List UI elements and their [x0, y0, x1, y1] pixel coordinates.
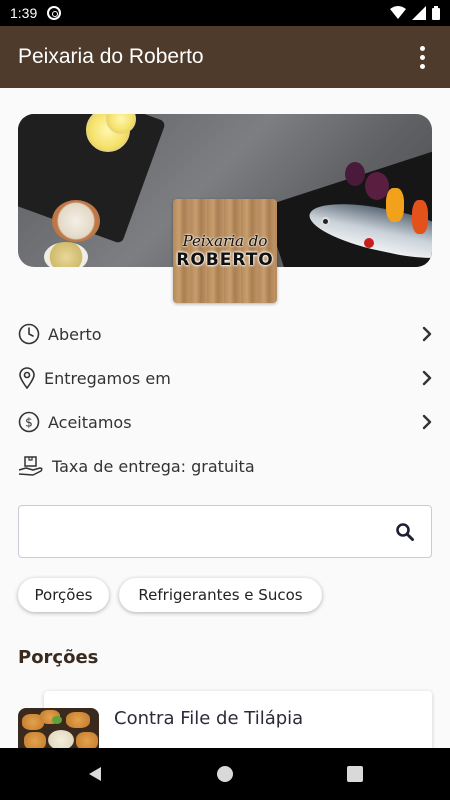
chevron-right-icon — [422, 414, 432, 430]
app-bar: Peixaria do Roberto — [0, 26, 450, 88]
logo-line2: ROBERTO — [176, 250, 274, 270]
info-row-payment[interactable]: $ Aceitamos — [18, 407, 432, 437]
category-chip-porcoes[interactable]: Porções — [18, 578, 109, 612]
nav-home-button[interactable] — [160, 765, 290, 783]
home-circle-icon — [217, 766, 233, 782]
wifi-icon — [390, 6, 406, 19]
search-field — [18, 505, 432, 558]
svg-text:$: $ — [25, 416, 33, 430]
signal-icon — [412, 6, 426, 20]
system-nav-bar — [0, 748, 450, 800]
battery-icon — [432, 6, 440, 20]
clock-icon — [18, 323, 40, 345]
info-row-hours[interactable]: Aberto — [18, 319, 432, 349]
recents-square-icon — [347, 766, 363, 782]
category-chip-refrigerantes[interactable]: Refrigerantes e Sucos — [119, 578, 322, 612]
more-options-button[interactable] — [412, 42, 432, 72]
dollar-icon: $ — [18, 411, 40, 433]
status-icons — [390, 6, 440, 20]
back-triangle-icon — [89, 767, 101, 781]
notification-icon — [47, 6, 62, 20]
nav-recents-button[interactable] — [290, 766, 420, 782]
product-name: Contra File de Tilápia — [114, 708, 304, 729]
location-pin-icon — [19, 367, 35, 389]
delivery-hand-icon — [18, 456, 43, 476]
app-title: Peixaria do Roberto — [18, 45, 204, 68]
nav-back-button[interactable] — [30, 765, 160, 783]
info-label: Aberto — [48, 324, 102, 344]
product-image — [18, 708, 99, 752]
info-label: Taxa de entrega: gratuita — [52, 456, 255, 476]
status-bar: 1:39 — [0, 0, 450, 26]
status-time: 1:39 — [10, 5, 38, 21]
search-button[interactable] — [385, 522, 425, 542]
chevron-right-icon — [422, 370, 432, 386]
search-icon — [396, 522, 414, 541]
section-title: Porções — [18, 647, 99, 668]
search-input[interactable] — [19, 506, 385, 557]
store-logo: Peixaria do ROBERTO — [173, 199, 277, 303]
info-label: Entregamos em — [44, 368, 171, 388]
chevron-right-icon — [422, 326, 432, 342]
logo-line1: Peixaria do — [182, 232, 268, 250]
more-vert-icon — [419, 45, 425, 51]
info-row-delivery-area[interactable]: Entregamos em — [18, 363, 432, 393]
info-label: Aceitamos — [48, 412, 132, 432]
info-row-delivery-fee: Taxa de entrega: gratuita — [18, 451, 432, 481]
